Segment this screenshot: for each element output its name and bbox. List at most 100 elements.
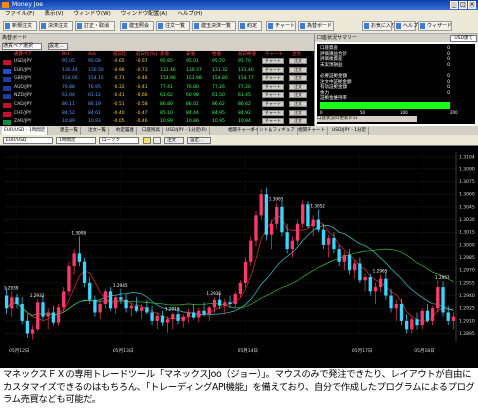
candle-body	[238, 282, 243, 294]
tab-usd[interactable]: USD建て	[450, 35, 477, 42]
order-list-button[interactable]: 注文一覧	[156, 21, 190, 31]
execution-button[interactable]: 約定	[238, 21, 262, 31]
pen-icon[interactable]	[143, 137, 151, 144]
help-button[interactable]: ヘルプ	[394, 21, 418, 31]
flag-icon	[3, 94, 11, 100]
rate-header-0: 通貨ペア	[14, 52, 32, 57]
account-refresh-bar[interactable]: 口座状況の更新(F5)	[317, 116, 417, 122]
row-order-button[interactable]: 注文	[289, 75, 307, 82]
chart-tab-8[interactable]: 相関チャート	[296, 127, 328, 135]
row-chart-button[interactable]: チャート	[262, 58, 284, 64]
settings-button[interactable]: 設定...	[48, 43, 68, 50]
chart-tab-4[interactable]: 口座残高	[140, 127, 163, 135]
menu-view[interactable]: 表示(V)	[39, 10, 68, 19]
rate-board-title: 為替ボード	[0, 34, 314, 42]
wizard-button[interactable]: ウィザード	[418, 21, 452, 31]
candle-body	[114, 297, 118, 309]
rate-ask: 84.61	[88, 110, 101, 116]
row-chart-button[interactable]: チャート	[262, 75, 284, 82]
y-tick-label: 1.2940	[459, 293, 475, 299]
account-label: 評価損益合計	[320, 51, 347, 57]
chart-pair-select[interactable]: EUR/USD	[3, 137, 53, 144]
rate-row[interactable]: GBP/JPY 154.06 154.15 -0.71 -0.46 154.96 153.9…	[0, 75, 314, 84]
row-order-button[interactable]: 注文	[289, 118, 307, 125]
row-chart-button[interactable]: チャート	[262, 109, 284, 116]
chart-order-button[interactable]: 注文	[164, 137, 184, 144]
candle-body	[337, 249, 341, 262]
rate-row[interactable]: USD/JPY 95.05 95.08 -0.65 -0.67 95.85 95.01 95.…	[0, 58, 314, 67]
candle-body	[404, 320, 409, 330]
rate-row[interactable]: CHF/JPY 84.52 84.61 -0.40 -0.47 85.10 84.44 84.…	[0, 109, 314, 119]
row-chart-button[interactable]: チャート	[262, 118, 284, 125]
row-order-button[interactable]: 注文	[289, 58, 307, 64]
account-row: 必要証拠金額 0	[320, 74, 470, 79]
chart-tab-7[interactable]: ポイント＆フィギュア	[248, 127, 298, 135]
position-button[interactable]: 建玉照会	[120, 21, 154, 31]
maximize-button[interactable]: □	[459, 1, 467, 9]
rate-row[interactable]: ZAR/JPY 10.89 10.93 -0.05 -0.46 10.99 10.86 10.…	[0, 118, 314, 127]
menu-help[interactable]: ヘルプ(H)	[172, 10, 207, 19]
chart-settings-button[interactable]: 設定...	[187, 137, 211, 144]
cursor-icon[interactable]	[153, 137, 161, 144]
rate-change-pct: -0.66	[136, 93, 148, 99]
row-order-button[interactable]: 注文	[289, 66, 307, 73]
margin-ratio-gauge	[320, 102, 450, 109]
chart-tab-0[interactable]: EUR/USD - 1時間足	[2, 127, 49, 135]
candle-body	[285, 232, 289, 250]
row-order-button[interactable]: 注文	[289, 101, 307, 107]
y-tick-label: 1.3030	[459, 217, 475, 223]
rate-change: -0.65	[113, 59, 125, 64]
chart-tab-5[interactable]: USD/JPY - 1分足(R)	[164, 127, 210, 135]
favorites-button[interactable]: お気に入り	[362, 21, 396, 31]
settle-icon	[41, 23, 46, 29]
minimize-button[interactable]: _	[450, 1, 458, 9]
rate-ask: 130.50	[88, 67, 104, 73]
rate-low: 60.98	[186, 93, 199, 99]
rate-open: 61.50	[212, 93, 225, 99]
chart-button[interactable]: チャート	[266, 21, 296, 31]
row-order-button[interactable]: 注文	[289, 83, 307, 90]
rate-row[interactable]: EUR/JPY 130.44 130.50 -0.96 -0.73 131.46 130.3…	[0, 66, 314, 76]
rate-row[interactable]: AUD/JPY 76.88 76.95 -0.32 -0.41 77.41 76.80 77.…	[0, 83, 314, 93]
star-icon	[364, 23, 369, 29]
candle-body	[207, 307, 211, 315]
menu-layout[interactable]: ウィンドウ配置(A)	[116, 10, 173, 19]
chart-canvas[interactable]: 1.3104 1.3090 1.3075 1.3060 1.3045 1.3030 1.30…	[0, 146, 478, 368]
row-chart-button[interactable]: チャート	[262, 101, 284, 107]
rate-row[interactable]: CAD/JPY 86.11 86.19 -0.51 -0.58 86.80 86.02 86.…	[0, 101, 314, 110]
chart-period-select[interactable]: 1時間足	[56, 137, 96, 144]
candlestick-chart[interactable]: 1.3104 1.3090 1.3075 1.3060 1.3045 1.3030 1.30…	[0, 146, 478, 368]
price-annotation: 1.3052	[310, 203, 325, 208]
chart-tab-1[interactable]: 建玉一覧	[58, 127, 81, 135]
row-chart-button[interactable]: チャート	[262, 83, 284, 90]
position-settle-list-button[interactable]: 建玉決済一覧	[192, 21, 236, 31]
candle-body	[56, 307, 61, 323]
candle-body	[347, 255, 352, 271]
rate-bid: 84.52	[62, 110, 75, 116]
modify-cancel-button[interactable]: 訂正・取消	[75, 21, 115, 31]
menu-file[interactable]: ファイル(F)	[0, 10, 39, 19]
rate-board-button[interactable]: 為替ボード	[298, 21, 334, 31]
account-row	[320, 68, 470, 73]
rate-high: 61.62	[160, 93, 173, 99]
chart-tab-2[interactable]: 注文一覧	[86, 127, 109, 135]
chart-tab-9[interactable]: USD/JPY - 1分足	[330, 127, 370, 135]
close-button[interactable]: ×	[468, 1, 476, 9]
chart-tab-3[interactable]: 約定履歴	[114, 127, 137, 135]
row-chart-button[interactable]: チャート	[262, 66, 284, 73]
rate-row[interactable]: NZD/JPY 61.04 61.12 -0.41 -0.66 61.62 60.98 61.…	[0, 92, 314, 101]
menu-window[interactable]: ウィンドウ(W)	[69, 10, 116, 19]
candle-body	[384, 278, 388, 296]
pair-selector[interactable]: 通貨ペア選択	[2, 43, 42, 50]
row-order-button[interactable]: 注文	[289, 109, 307, 116]
candle-body	[51, 312, 56, 323]
candle-body	[202, 310, 206, 315]
candle-body	[124, 299, 128, 309]
row-order-button[interactable]: 注文	[289, 92, 307, 99]
price-annotation: 1.2939	[4, 285, 19, 290]
candle-body	[436, 287, 440, 309]
new-order-button[interactable]: 新規注文	[3, 21, 37, 31]
settle-order-button[interactable]: 決済注文	[39, 21, 73, 31]
row-chart-button[interactable]: チャート	[262, 92, 284, 99]
chart-style-select[interactable]: ローソク	[99, 137, 139, 144]
